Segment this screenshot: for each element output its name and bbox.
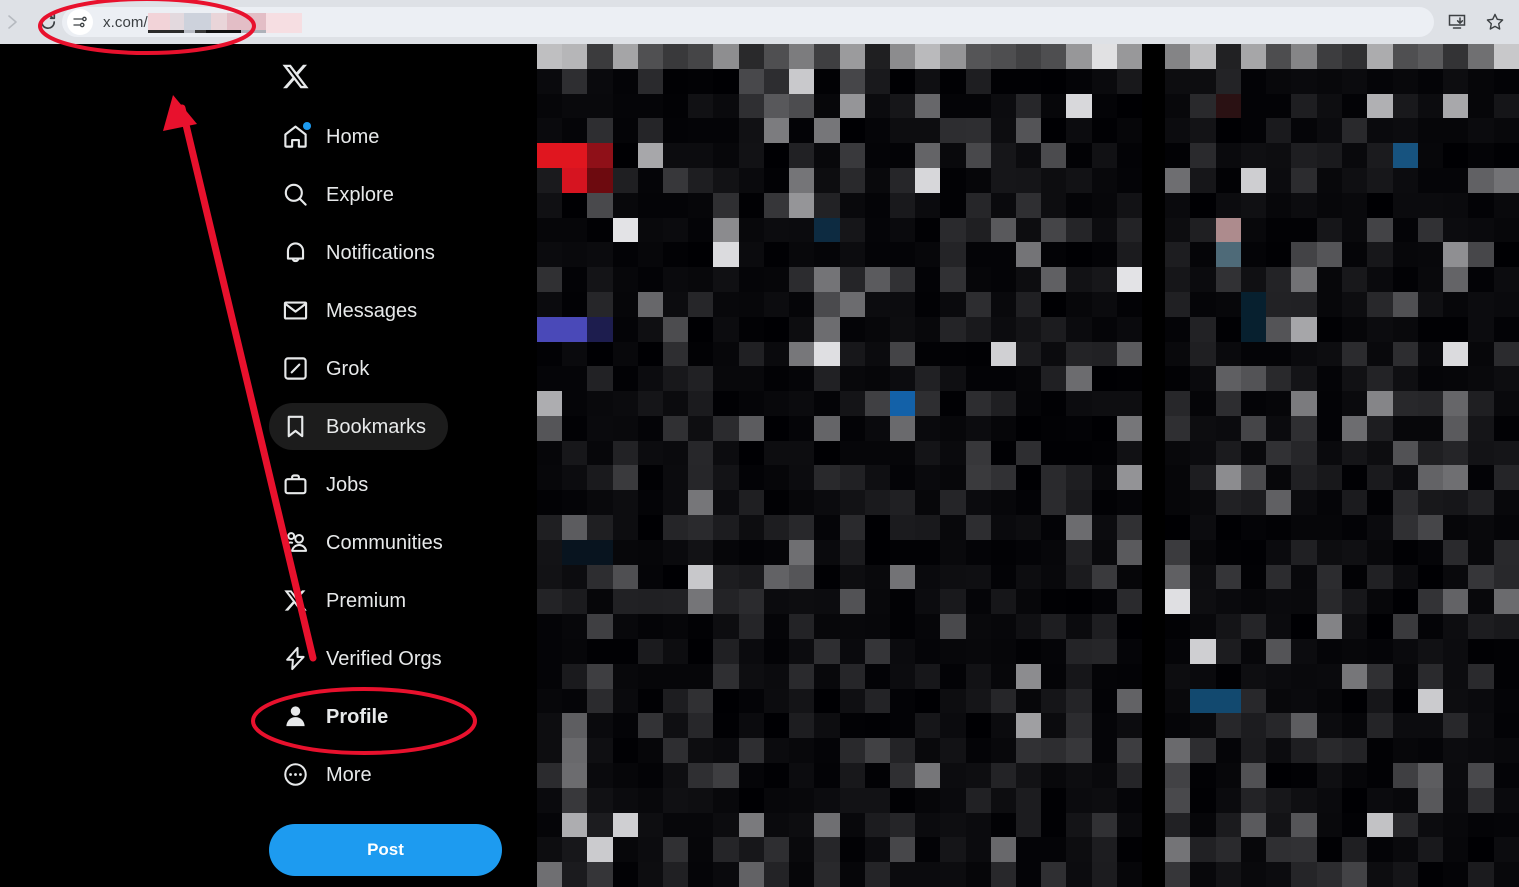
sidebar-item-label: Explore — [326, 183, 394, 206]
bell-icon — [269, 229, 321, 276]
sidebar-item-explore[interactable]: Explore — [269, 171, 416, 218]
sidebar-item-label: Communities — [326, 531, 443, 554]
censored-right-sidebar-column[interactable] — [1165, 44, 1519, 887]
timeline-content-area — [537, 44, 1519, 887]
forward-arrow-icon[interactable] — [0, 8, 28, 36]
chrome-action-icons — [1445, 7, 1507, 37]
sidebar-item-messages[interactable]: Messages — [269, 287, 439, 334]
sidebar-item-label: Profile — [326, 705, 389, 728]
url-text[interactable]: x.com/ — [103, 7, 302, 37]
search-icon — [269, 171, 321, 218]
url-redacted-username — [147, 11, 302, 33]
sidebar-item-more[interactable]: More — [269, 751, 394, 798]
primary-navigation-sidebar: Home Explore Notifications Messages Grok… — [0, 44, 537, 887]
briefcase-icon — [269, 461, 321, 508]
sidebar-item-label: Grok — [326, 357, 370, 380]
sidebar-item-verified-orgs[interactable]: Verified Orgs — [269, 635, 464, 682]
site-settings-sliders-icon[interactable] — [67, 9, 93, 35]
sidebar-item-label: Bookmarks — [326, 415, 427, 438]
sidebar-item-home[interactable]: Home — [269, 113, 401, 160]
url-domain-label: x.com/ — [103, 13, 148, 31]
envelope-icon — [269, 287, 321, 334]
sidebar-item-label: Jobs — [326, 473, 369, 496]
home-unread-badge — [303, 122, 311, 130]
browser-toolbar: x.com/ — [0, 0, 1519, 44]
sidebar-item-profile[interactable]: Profile — [269, 693, 410, 740]
x-web-app: Home Explore Notifications Messages Grok… — [0, 44, 1519, 887]
sidebar-item-label: Home — [326, 125, 380, 148]
grok-icon — [269, 345, 321, 392]
lightning-icon — [269, 635, 321, 682]
reload-icon[interactable] — [34, 8, 62, 36]
sidebar-item-jobs[interactable]: Jobs — [269, 461, 390, 508]
x-logo-icon[interactable] — [269, 50, 321, 102]
sidebar-item-label: Premium — [326, 589, 407, 612]
x-logo-icon — [269, 577, 321, 624]
sidebar-item-label: More — [326, 763, 372, 786]
sidebar-item-notifications[interactable]: Notifications — [269, 229, 457, 276]
bookmark-star-icon[interactable] — [1483, 10, 1507, 34]
more-circle-icon — [269, 751, 321, 798]
communities-icon — [269, 519, 321, 566]
address-bar[interactable]: x.com/ — [62, 7, 1434, 37]
sidebar-item-premium[interactable]: Premium — [269, 577, 428, 624]
sidebar-item-label: Notifications — [326, 241, 435, 264]
install-app-icon[interactable] — [1445, 10, 1469, 34]
nav-list: Home Explore Notifications Messages Grok… — [269, 44, 539, 798]
sidebar-item-label: Verified Orgs — [326, 647, 442, 670]
person-icon — [269, 693, 321, 740]
sidebar-item-communities[interactable]: Communities — [269, 519, 465, 566]
sidebar-item-bookmarks[interactable]: Bookmarks — [269, 403, 449, 450]
censored-timeline-column[interactable] — [537, 44, 1142, 887]
sidebar-item-grok[interactable]: Grok — [269, 345, 391, 392]
bookmark-icon — [269, 403, 321, 450]
home-icon — [269, 113, 321, 160]
post-button-label: Post — [367, 840, 404, 859]
post-button[interactable]: Post — [269, 824, 502, 876]
sidebar-item-label: Messages — [326, 299, 418, 322]
